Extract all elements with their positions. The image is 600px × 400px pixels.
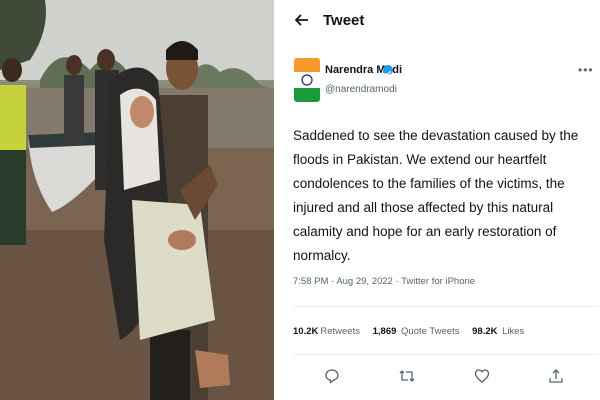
quote-tweets-count: 1,869 xyxy=(372,326,397,337)
reply-icon[interactable] xyxy=(320,368,344,392)
flood-photo-illustration xyxy=(0,0,274,400)
retweets-stat[interactable]: 10.2K Retweets xyxy=(293,326,360,337)
tweet-timestamp: 7:58 PM · Aug 29, 2022 · Twitter for iPh… xyxy=(293,276,475,287)
like-icon[interactable] xyxy=(470,368,494,392)
quote-tweets-stat[interactable]: 1,869 Quote Tweets xyxy=(373,326,460,337)
tweet-header: Tweet xyxy=(282,0,600,44)
quote-tweets-label: Quote Tweets xyxy=(401,326,460,337)
flood-photo xyxy=(0,0,274,400)
tweet-date[interactable]: Aug 29, 2022 xyxy=(336,276,393,287)
share-icon[interactable] xyxy=(544,368,568,392)
india-flag-icon xyxy=(294,58,320,102)
verified-badge-icon xyxy=(383,65,393,77)
image-divider xyxy=(274,0,282,400)
avatar[interactable] xyxy=(294,58,320,102)
retweets-label: Retweets xyxy=(320,326,360,337)
page-title: Tweet xyxy=(323,12,365,29)
tweet-time[interactable]: 7:58 PM xyxy=(293,276,328,287)
likes-stat[interactable]: 98.2K Likes xyxy=(472,326,524,337)
likes-label: Likes xyxy=(502,326,525,337)
retweets-count: 10.2K xyxy=(293,326,319,337)
tweet-text: Saddened to see the devastation caused b… xyxy=(293,128,579,263)
tweet-actions xyxy=(282,368,600,396)
tweet-stats: 10.2K Retweets 1,869 Quote Tweets 98.2K L… xyxy=(293,326,534,337)
author-handle[interactable]: @narendramodi xyxy=(325,84,397,95)
back-arrow-icon[interactable] xyxy=(292,10,312,32)
more-options-icon[interactable]: ••• xyxy=(578,63,594,77)
divider xyxy=(293,306,598,307)
divider xyxy=(293,354,598,355)
tweet-panel: Tweet Narendra Modi @narendramodi ••• Sa… xyxy=(282,0,600,400)
tweet-source[interactable]: Twitter for iPhone xyxy=(401,276,475,287)
likes-count: 98.2K xyxy=(472,326,498,337)
retweet-icon[interactable] xyxy=(395,368,419,392)
